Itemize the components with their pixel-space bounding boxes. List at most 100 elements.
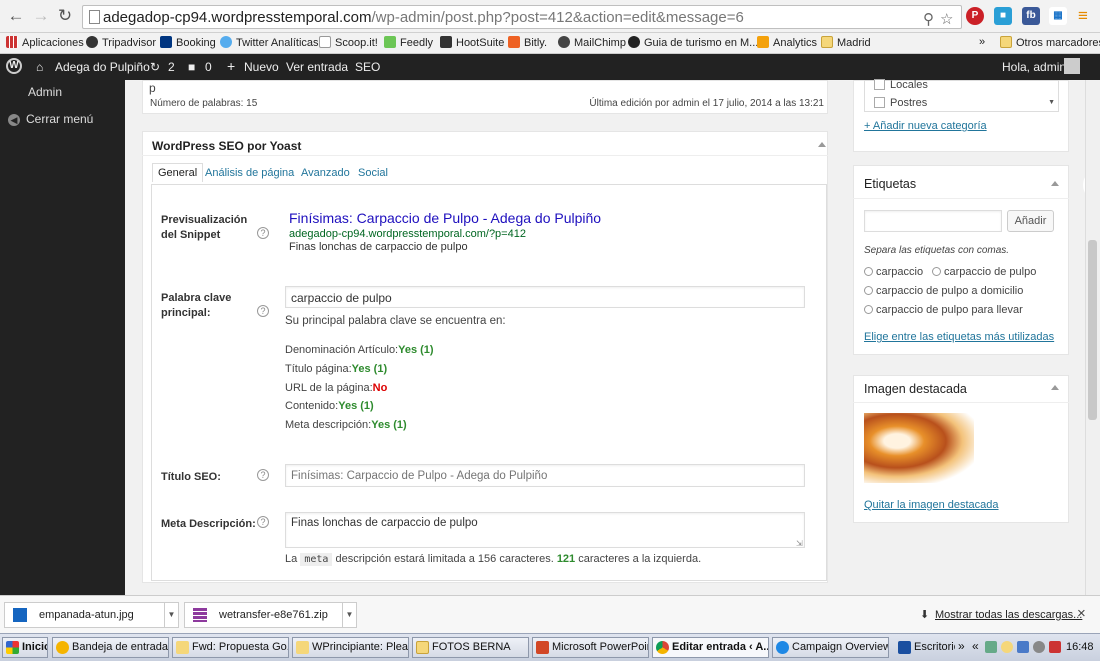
seo-title-input[interactable]	[285, 464, 805, 487]
remove-tag-icon[interactable]	[864, 286, 873, 295]
help-icon[interactable]: ?	[257, 305, 269, 317]
help-icon[interactable]: ?	[257, 516, 269, 528]
menu-icon[interactable]: ≡	[1078, 6, 1088, 26]
tag-input[interactable]	[864, 210, 1002, 232]
help-icon[interactable]: ?	[257, 469, 269, 481]
bookmark-item[interactable]: HootSuite	[440, 36, 504, 49]
site-name-link[interactable]: Adega do Pulpiño	[55, 60, 150, 74]
collapse-toggle-icon[interactable]	[1051, 181, 1059, 186]
bookmarks-bar: Aplicaciones Tripadvisor Booking Twitter…	[0, 33, 1100, 54]
taskbar-item[interactable]: Fwd: Propuesta Go...	[172, 637, 289, 658]
taskbar-item[interactable]: Campaign Overview...	[772, 637, 889, 658]
tray-icon[interactable]	[1017, 641, 1029, 653]
seo-link[interactable]: SEO	[355, 60, 380, 74]
collapse-toggle-icon[interactable]	[1051, 385, 1059, 390]
forward-arrow-icon[interactable]: →	[31, 6, 51, 26]
url-text[interactable]: adegadop-cp94.wordpresstemporal.com/wp-a…	[103, 9, 744, 26]
add-category-link[interactable]: + Añadir nueva categoría	[864, 120, 987, 132]
bookmarks-overflow[interactable]: »	[979, 36, 985, 48]
remove-featured-image-link[interactable]: Quitar la imagen destacada	[864, 499, 999, 511]
taskbar-item[interactable]: FOTOS BERNA	[412, 637, 529, 658]
facebook-icon[interactable]: fb	[1022, 7, 1040, 25]
url-host: adegadop-cp94.wordpresstemporal.com	[103, 9, 372, 26]
taskbar-overflow[interactable]: »	[958, 639, 965, 653]
tray-icon[interactable]	[1033, 641, 1045, 653]
close-icon[interactable]: ×	[1077, 605, 1086, 622]
new-link[interactable]: Nuevo	[244, 60, 279, 74]
bookmark-item[interactable]: Madrid	[821, 36, 871, 49]
help-icon[interactable]: ?	[257, 227, 269, 239]
shield-icon[interactable]	[1049, 641, 1061, 653]
remove-tag-icon[interactable]	[864, 267, 873, 276]
pinterest-icon[interactable]: P	[966, 7, 984, 25]
scrollbar-thumb[interactable]	[1088, 240, 1097, 420]
checkbox[interactable]	[874, 79, 885, 90]
focus-keyword-input[interactable]: carpaccio de pulpo	[285, 286, 805, 308]
extension-icon[interactable]: ■	[994, 7, 1012, 25]
collapse-toggle-icon[interactable]	[818, 142, 826, 147]
updates-count[interactable]: 2	[168, 60, 175, 74]
resize-handle-icon[interactable]: ⇲	[796, 539, 803, 548]
taskbar-item-active[interactable]: Editar entrada ‹ A...	[652, 637, 769, 658]
chevron-down-icon[interactable]: ▼	[164, 603, 178, 627]
comments-count[interactable]: 0	[205, 60, 212, 74]
tray-icon[interactable]	[1001, 641, 1013, 653]
bookmark-other[interactable]: Otros marcadores	[1000, 36, 1100, 49]
clock[interactable]: 16:48	[1066, 641, 1094, 653]
sidebar-user-admin[interactable]: Admin	[28, 85, 62, 99]
bookmark-apps[interactable]: Aplicaciones	[6, 36, 84, 49]
start-button[interactable]: Inicio	[2, 637, 48, 658]
taskbar-item[interactable]: Bandeja de entrada...	[52, 637, 169, 658]
collapse-menu[interactable]: ◀ Cerrar menú	[8, 112, 93, 126]
choose-tags-link[interactable]: Elige entre las etiquetas más utilizadas	[864, 331, 1054, 343]
featured-image-thumbnail[interactable]	[864, 413, 974, 483]
chevron-down-icon[interactable]: ▼	[342, 603, 356, 627]
scroll-down-icon[interactable]: ▼	[1048, 99, 1055, 106]
back-arrow-icon[interactable]: ←	[6, 6, 26, 26]
download-item[interactable]: empanada-atun.jpg ▼	[4, 602, 179, 628]
show-all-downloads-link[interactable]: Mostrar todas las descargas...	[935, 609, 1082, 621]
zoom-icon[interactable]: ⚲	[923, 10, 934, 28]
tab-page-analysis[interactable]: Análisis de página	[205, 167, 294, 179]
taskbar-item[interactable]: WPrincipiante: Plea...	[292, 637, 409, 658]
greeting-link[interactable]: Hola, admin	[1002, 60, 1066, 74]
download-arrow-icon: ⬇	[920, 609, 930, 621]
add-tag-button[interactable]: Añadir	[1007, 210, 1054, 232]
remove-tag-icon[interactable]	[864, 305, 873, 314]
taskbar-item[interactable]: Microsoft PowerPoin...	[532, 637, 649, 658]
reload-icon[interactable]: ↻	[55, 6, 75, 26]
category-item[interactable]: Postres	[874, 97, 927, 109]
desktop-toolbar[interactable]: Escritorio	[894, 637, 956, 658]
avatar[interactable]	[1064, 58, 1080, 74]
tab-general[interactable]: General	[152, 163, 204, 182]
bookmark-item[interactable]: Tripadvisor	[86, 36, 156, 49]
remove-tag-icon[interactable]	[932, 267, 941, 276]
bookmark-item[interactable]: Bitly.	[508, 36, 547, 49]
plus-icon[interactable]: +	[227, 58, 235, 74]
meta-description-textarea[interactable]: Finas lonchas de carpaccio de pulpo	[285, 512, 805, 548]
bookmark-item[interactable]: MailChimp	[558, 36, 626, 49]
dropbox-icon[interactable]: ▦	[1049, 7, 1067, 25]
site-home-icon: ⌂	[36, 60, 44, 74]
wordpress-logo-icon[interactable]: W	[6, 58, 22, 74]
bookmark-item[interactable]: Scoop.it!	[319, 36, 378, 49]
bookmark-item[interactable]: Analytics	[757, 36, 817, 49]
tab-social[interactable]: Social	[358, 167, 388, 179]
bookmark-item[interactable]: Twitter Analíticas	[220, 36, 319, 49]
tray-expand[interactable]: «	[972, 639, 979, 653]
bookmark-item[interactable]: Feedly	[384, 36, 433, 49]
bookmark-star-icon[interactable]: ☆	[940, 10, 953, 28]
view-post-link[interactable]: Ver entrada	[286, 60, 348, 74]
mailchimp-icon	[558, 36, 570, 48]
bookmark-item[interactable]: Guia de turismo en M...	[628, 36, 758, 49]
tab-advanced[interactable]: Avanzado	[301, 167, 350, 179]
address-bar[interactable]: adegadop-cp94.wordpresstemporal.com/wp-a…	[82, 5, 962, 29]
download-item[interactable]: wetransfer-e8e761.zip ▼	[184, 602, 357, 628]
tray-icon[interactable]	[985, 641, 997, 653]
category-item[interactable]: Locales	[874, 79, 928, 91]
updates-icon[interactable]: ↻	[150, 60, 160, 74]
category-label: Locales	[890, 79, 928, 91]
checkbox[interactable]	[874, 97, 885, 108]
comments-icon[interactable]: ■	[188, 60, 195, 74]
bookmark-item[interactable]: Booking	[160, 36, 216, 49]
